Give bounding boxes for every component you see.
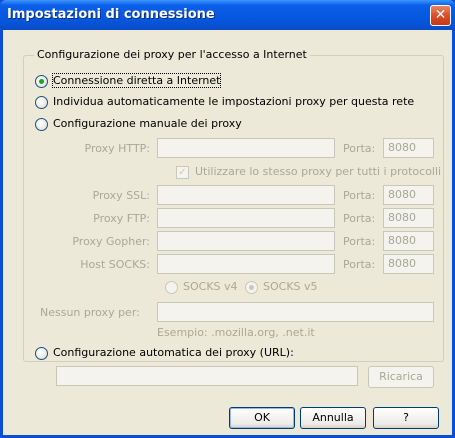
radio-auto-detect[interactable] xyxy=(35,96,48,109)
radio-auto-config-url-label[interactable]: Configurazione automatica dei proxy (URL… xyxy=(53,346,294,359)
radio-socks-v4-label: SOCKS v4 xyxy=(183,280,238,293)
reload-button[interactable]: Ricarica xyxy=(368,366,434,388)
dialog-window: Impostazioni di connessione ✕ Configuraz… xyxy=(0,0,455,438)
radio-direct-connection[interactable] xyxy=(35,75,48,88)
same-proxy-checkbox[interactable]: ✓ xyxy=(176,166,189,179)
title-bar[interactable]: Impostazioni di connessione ✕ xyxy=(0,0,455,30)
proxy-ftp-label: Proxy FTP: xyxy=(93,212,150,225)
radio-direct-connection-label[interactable]: Connessione diretta a Internet xyxy=(51,73,222,88)
close-button[interactable]: ✕ xyxy=(430,5,451,26)
proxy-ssl-input[interactable] xyxy=(157,185,335,205)
same-proxy-label: Utilizzare lo stesso proxy per tutti i p… xyxy=(195,165,442,178)
proxy-gopher-port-input[interactable]: 8080 xyxy=(383,231,434,251)
close-icon: ✕ xyxy=(434,7,447,23)
radio-socks-v4[interactable] xyxy=(165,281,178,294)
window-title: Impostazioni di connessione xyxy=(7,7,215,22)
radio-auto-detect-label[interactable]: Individua automaticamente le impostazion… xyxy=(53,95,414,108)
auto-config-url-input[interactable] xyxy=(56,366,358,386)
help-button[interactable]: ? xyxy=(373,407,439,429)
socks-port-input[interactable]: 8080 xyxy=(383,254,434,274)
proxy-ssl-port-input[interactable]: 8080 xyxy=(383,185,434,205)
socks-port-label: Porta: xyxy=(343,258,376,271)
cancel-button[interactable]: Annulla xyxy=(300,407,366,429)
no-proxy-label: Nessun proxy per: xyxy=(40,306,140,319)
proxy-ftp-input[interactable] xyxy=(157,208,335,228)
proxy-http-port-label: Porta: xyxy=(343,142,376,155)
proxy-gopher-label: Proxy Gopher: xyxy=(72,235,150,248)
proxy-gopher-port-label: Porta: xyxy=(343,235,376,248)
no-proxy-input[interactable] xyxy=(157,302,434,322)
socks-host-label: Host SOCKS: xyxy=(80,258,150,271)
radio-auto-config-url[interactable] xyxy=(35,347,48,360)
proxy-http-label: Proxy HTTP: xyxy=(84,142,150,155)
proxy-http-port-input[interactable]: 8080 xyxy=(383,138,434,158)
proxy-gopher-input[interactable] xyxy=(157,231,335,251)
radio-socks-v5[interactable] xyxy=(245,281,258,294)
proxy-http-input[interactable] xyxy=(157,138,335,158)
proxy-ftp-port-label: Porta: xyxy=(343,212,376,225)
group-legend: Configurazione dei proxy per l'accesso a… xyxy=(34,48,310,61)
radio-socks-v5-label: SOCKS v5 xyxy=(263,280,318,293)
radio-manual-config-label[interactable]: Configurazione manuale dei proxy xyxy=(53,117,242,130)
radio-manual-config[interactable] xyxy=(35,118,48,131)
dialog-body: Configurazione dei proxy per l'accesso a… xyxy=(3,30,452,435)
proxy-ssl-label: Proxy SSL: xyxy=(92,189,150,202)
proxy-ftp-port-input[interactable]: 8080 xyxy=(383,208,434,228)
proxy-ssl-port-label: Porta: xyxy=(343,189,376,202)
ok-button[interactable]: OK xyxy=(229,407,295,429)
no-proxy-example: Esempio: .mozilla.org, .net.it xyxy=(157,326,315,339)
socks-host-input[interactable] xyxy=(157,254,335,274)
